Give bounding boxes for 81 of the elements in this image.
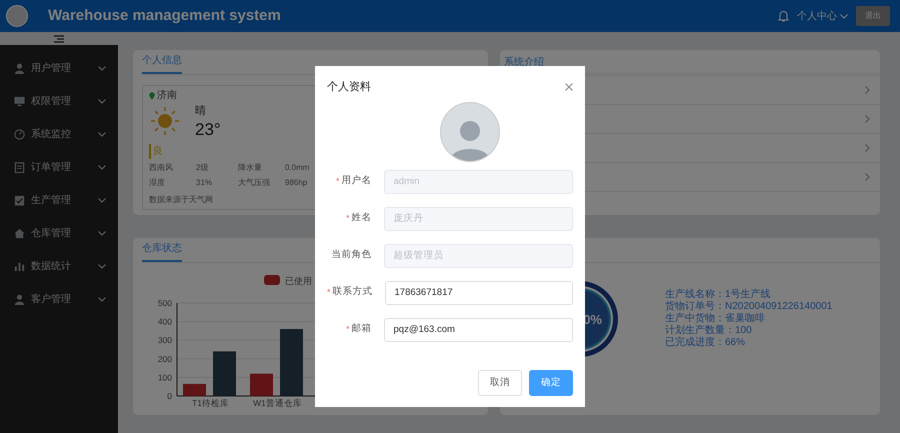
avatar[interactable] — [6, 5, 28, 27]
home-icon — [14, 228, 25, 239]
required-asterisk: * — [346, 212, 350, 225]
air-quality: 良 — [149, 144, 163, 158]
production-detail: 已完成进度：66% — [665, 337, 746, 349]
axis-tick-label: 100 — [158, 372, 172, 382]
weather-detail: 31% — [196, 176, 214, 188]
sidebar-item[interactable]: 客户管理 — [0, 283, 118, 316]
sidebar-item[interactable]: 生产管理 — [0, 184, 118, 217]
app-title: Warehouse management system — [48, 6, 281, 26]
required-asterisk: * — [346, 322, 350, 336]
sun-icon — [149, 105, 181, 138]
tab[interactable]: 个人信息 — [142, 53, 182, 74]
clipboard-check-icon — [14, 195, 25, 206]
production-detail: 计划生产数量：100 — [665, 325, 753, 336]
chevron-down-icon — [98, 297, 106, 302]
chevron-down-icon — [98, 66, 106, 71]
sidebar-item[interactable]: 权限管理 — [0, 85, 118, 118]
sidebar-item[interactable]: 系统监控 — [0, 118, 118, 151]
input-field[interactable]: pqz@163.com — [384, 318, 573, 342]
chevron-down-icon — [98, 132, 106, 137]
chevron-down-icon — [98, 231, 106, 236]
chevron-down-icon — [840, 14, 848, 18]
weather-detail: 2级 — [196, 162, 210, 174]
weather-detail: 西南风 — [149, 162, 174, 174]
sidebar-item[interactable]: 仓库管理 — [0, 217, 118, 250]
user-icon — [14, 63, 25, 74]
temperature: 23° — [195, 120, 221, 140]
weather-detail: 降水量 — [238, 162, 263, 174]
axis-category-label: W1普通仓库 — [253, 398, 302, 408]
axis-category-label: T1待检库 — [192, 398, 229, 408]
chevron-down-icon — [98, 198, 106, 203]
user-icon — [14, 294, 25, 305]
production-detail: 货物订单号：N202004091226140001 — [665, 301, 832, 312]
sidebar-item[interactable]: 数据统计 — [0, 250, 118, 283]
weather-detail: 0.0mm — [285, 162, 310, 174]
bar — [280, 329, 303, 396]
dialog-title: 个人资料 — [327, 80, 371, 95]
field-label: 当前角色 — [332, 248, 372, 262]
close-icon[interactable] — [565, 83, 573, 92]
notification-bell-icon[interactable] — [778, 10, 789, 22]
sidebar-item[interactable]: 订单管理 — [0, 151, 118, 184]
required-asterisk: * — [336, 174, 340, 188]
weather-detail: 大气压强 — [238, 176, 271, 188]
weather-detail: 湿度 — [149, 176, 166, 188]
chevron-down-icon — [98, 99, 106, 104]
chevron-down-icon — [98, 165, 106, 170]
axis-tick-label: 300 — [158, 335, 172, 346]
bar-chart-icon — [14, 261, 25, 272]
production-detail: 生产线名称：1号生产线 — [665, 289, 772, 300]
user-center-menu[interactable]: 个人中心 — [797, 8, 848, 24]
field-label: 姓名 — [352, 211, 372, 226]
input-field[interactable]: 17863671817 — [384, 280, 573, 304]
axis-tick-label: 0 — [167, 391, 172, 401]
legend-label: 已使用 — [285, 276, 312, 286]
chevron-down-icon — [98, 264, 106, 269]
data-source-note: 数据来源于天气网 — [149, 194, 214, 206]
tab[interactable]: 仓库状态 — [142, 241, 182, 262]
confirm-button[interactable]: 确定 — [529, 370, 573, 396]
legend-swatch — [264, 275, 280, 285]
cancel-button[interactable]: 取消 — [478, 370, 522, 396]
clipboard-icon — [14, 162, 25, 173]
axis-tick-label: 200 — [158, 354, 172, 364]
bar — [213, 351, 236, 396]
monitor-icon — [14, 96, 25, 107]
menu-toggle-icon[interactable] — [54, 34, 64, 42]
bar — [183, 384, 206, 396]
field-label: 用户名 — [342, 174, 372, 188]
gauge-icon — [14, 129, 25, 140]
axis-tick-label: 400 — [158, 316, 172, 327]
weather-detail: 986hp — [285, 176, 308, 188]
location-pin-icon — [149, 92, 155, 100]
production-detail: 生产中货物：雀巢咖啡 — [665, 313, 766, 324]
field-label: 邮箱 — [352, 322, 372, 336]
required-asterisk: * — [327, 286, 331, 299]
axis-tick-label: 500 — [158, 298, 172, 308]
field-label: 联系方式 — [332, 285, 373, 300]
city-name: 济南 — [157, 88, 177, 103]
sidebar-item[interactable]: 用户管理 — [0, 52, 118, 85]
bar — [250, 374, 273, 396]
weather-condition: 晴 — [195, 104, 207, 119]
